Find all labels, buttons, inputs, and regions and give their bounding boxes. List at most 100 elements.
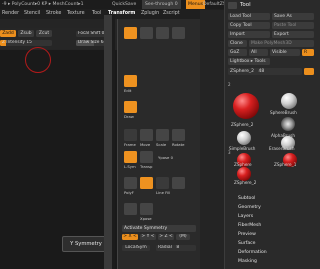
polyf-label: PolyF: [124, 190, 134, 195]
lightbox-tools-button[interactable]: Lightbox ▸ Tools: [228, 58, 270, 65]
scale-icon[interactable]: [156, 129, 169, 141]
badge-3: 3: [228, 150, 231, 155]
right-shelf: [200, 10, 224, 269]
zsub-button[interactable]: Zsub: [18, 30, 34, 37]
brush-cursor: [25, 47, 51, 73]
badge-2: 2: [228, 82, 231, 87]
menu-zscript[interactable]: Zscript: [163, 9, 180, 19]
radial-count: 8: [176, 245, 180, 250]
shelf-divider: [112, 15, 115, 269]
alphabrush-thumb[interactable]: [281, 117, 295, 131]
transform-palette: Edit Draw Frame Move Scale Rotate L.Sym …: [117, 19, 200, 269]
section-layers[interactable]: Layers: [238, 214, 253, 219]
current-tool-count: 48: [258, 69, 265, 74]
r-button[interactable]: R: [302, 49, 314, 56]
z-axis-button[interactable]: > Z <: [158, 234, 174, 240]
z-intensity-label: Z Intensity 15: [2, 40, 32, 45]
frame-icon[interactable]: [124, 129, 137, 141]
paste-tool-button[interactable]: Paste Tool: [272, 22, 314, 29]
line-fill-icon[interactable]: [156, 177, 169, 189]
move-label: Move: [140, 142, 151, 147]
edit-icon[interactable]: [124, 75, 137, 87]
rotate-icon[interactable]: [172, 129, 185, 141]
xpose-icon[interactable]: [140, 203, 153, 215]
zsphere-2-label: ZSphere_2: [231, 122, 254, 127]
m-button[interactable]: (M): [176, 234, 190, 240]
local-icon-2[interactable]: [124, 203, 137, 215]
y-axis-button[interactable]: > Y <: [140, 234, 156, 240]
zsphere-2b-label: ZSphere_2: [234, 180, 257, 185]
visible-button[interactable]: Visible: [270, 49, 300, 56]
persp-icon[interactable]: [140, 27, 153, 39]
draw-icon[interactable]: [124, 101, 137, 113]
palette-collapse-icon[interactable]: [228, 2, 237, 9]
section-surface[interactable]: Surface: [238, 241, 256, 246]
spherebrush-label: SphereBrush: [270, 110, 297, 115]
poly-info: -9 ▸ PolyCount▸0 KP ▸ MeshCount▸1: [2, 2, 84, 7]
tool-palette: Tool Load Tool Save As Copy Tool Paste T…: [224, 0, 320, 269]
menu-texture[interactable]: Texture: [67, 9, 85, 19]
menu-tool[interactable]: Tool: [92, 9, 101, 19]
x-axis-button[interactable]: > X <: [122, 234, 138, 240]
section-fibermesh[interactable]: FiberMesh: [238, 223, 261, 228]
zadd-button[interactable]: Zadd: [0, 30, 16, 37]
activate-symmetry-button[interactable]: Activate Symmetry: [122, 225, 196, 232]
focal-shift-label: Focal Shift 0: [78, 31, 105, 36]
make-polymesh-button[interactable]: Make PolyMesh3D: [249, 40, 314, 47]
lsym-icon[interactable]: [124, 151, 137, 163]
menu-stencil[interactable]: Stencil: [24, 9, 40, 19]
radial-slider[interactable]: Radial 8: [156, 245, 196, 251]
section-subtool[interactable]: Subtool: [238, 196, 255, 201]
zsphere-1-label: ZSphere_1: [274, 162, 297, 167]
floor-icon[interactable]: [156, 27, 169, 39]
all-button[interactable]: All: [249, 49, 268, 56]
xpose-label: Xpose: [140, 216, 152, 221]
localsym-button[interactable]: LocalSym: [122, 245, 150, 251]
menu-render[interactable]: Render: [2, 9, 19, 19]
zsphere-2b-thumb[interactable]: [237, 167, 251, 181]
menu-stroke[interactable]: Stroke: [46, 9, 61, 19]
copy-tool-button[interactable]: Copy Tool: [228, 22, 270, 29]
local-icon[interactable]: [172, 27, 185, 39]
quicksave-button[interactable]: QuickSave: [112, 0, 136, 9]
import-button[interactable]: Import: [228, 31, 270, 38]
spherebrush-thumb[interactable]: [281, 93, 297, 109]
zcut-button[interactable]: Zcut: [36, 30, 52, 37]
menu-zplugin[interactable]: Zplugin: [141, 9, 159, 19]
line-fill-label: Line Fill: [156, 190, 171, 195]
ypose-label: Ypose 0: [158, 155, 173, 160]
transp-icon[interactable]: [140, 151, 153, 163]
clone-button[interactable]: Clone: [228, 40, 247, 47]
draw-controls: Zadd Zsub Zcut Focal Shift 0 Z Intensity…: [0, 28, 115, 49]
tool-title: Tool: [240, 2, 251, 8]
zsphere-2-thumb[interactable]: [233, 93, 259, 119]
see-through-slider[interactable]: See-through 0: [142, 0, 181, 9]
simplebrush-thumb[interactable]: [237, 131, 251, 145]
polyf-icon[interactable]: [124, 177, 137, 189]
section-masking[interactable]: Masking: [238, 259, 257, 264]
transp-label: Transp: [140, 164, 153, 169]
save-as-button[interactable]: Save As: [272, 13, 314, 20]
move-icon[interactable]: [140, 129, 153, 141]
current-tool-slider[interactable]: ZSphere_2 48: [228, 68, 302, 75]
goz-button[interactable]: GoZ: [228, 49, 247, 56]
z-intensity-slider[interactable]: Z Intensity 15: [0, 40, 52, 46]
draw-label: Draw: [124, 114, 134, 119]
frame-label: Frame: [124, 142, 136, 147]
eraserbrush-label: EraserBrush: [269, 146, 295, 151]
transp-ghost-icon[interactable]: [172, 177, 185, 189]
menu-bar: Render Stencil Stroke Texture Tool Trans…: [0, 9, 232, 19]
edit-label: Edit: [124, 88, 132, 93]
y-symmetry-tooltip: Y Symmetry: [62, 236, 110, 252]
tool-r-toggle[interactable]: [304, 68, 314, 75]
load-tool-button[interactable]: Load Tool: [228, 13, 270, 20]
section-deformation[interactable]: Deformation: [238, 250, 267, 255]
current-tool-name: ZSphere_2: [230, 69, 255, 74]
section-preview[interactable]: Preview: [238, 232, 256, 237]
export-button[interactable]: Export: [272, 31, 314, 38]
xyz-icon[interactable]: [124, 27, 137, 39]
scale-label: Scale: [156, 142, 167, 147]
section-geometry[interactable]: Geometry: [238, 205, 261, 210]
solo-icon[interactable]: [140, 177, 153, 189]
radial-label: Radial: [158, 245, 172, 250]
